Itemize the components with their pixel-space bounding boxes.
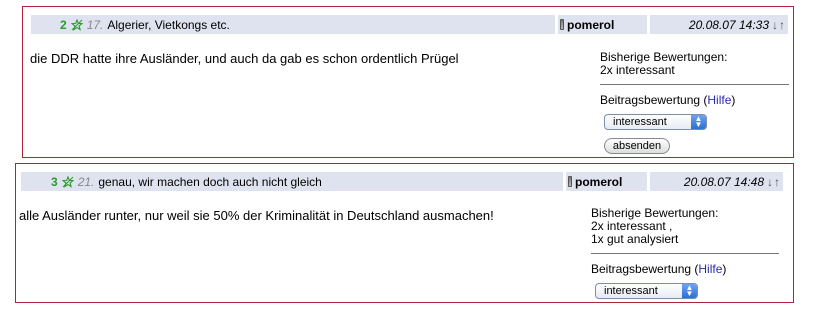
rating-select[interactable]: interessant ▲ ▼ [595,283,698,299]
post-title[interactable]: Algerier, Vietkongs etc. [107,18,230,32]
submit-button[interactable]: absenden [604,138,670,154]
post-number: 17. [86,17,104,32]
post-header: 2 17. Algerier, Vietkongs etc. pomerol 2… [31,15,788,34]
post-body: alle Ausländer runter, nur weil sie 50% … [19,208,494,223]
post-author-cell: pomerol [558,15,647,34]
post-body: die DDR hatte ihre Ausländer, und auch d… [30,51,459,66]
post-number: 21. [77,174,95,189]
user-status-icon [560,19,564,30]
post-date-cell: 20.08.07 14:48 ↓↑ [650,172,783,191]
rating-panel: Bisherige Bewertungen: 2x interessant Be… [600,51,789,154]
rating-entry: 1x gut analysiert [591,232,679,246]
rating-entry: 2x interessant [600,63,675,77]
post-score: 3 [51,174,58,189]
rating-select-value: interessant [613,116,667,128]
divider [591,253,779,254]
rating-panel: Bisherige Bewertungen: 2x interessant , … [591,207,779,299]
post-date: 20.08.07 14:33 [688,17,769,32]
post-score: 2 [60,17,67,32]
divider [600,84,789,85]
user-status-icon [568,176,572,187]
forum-post: 2 17. Algerier, Vietkongs etc. pomerol 2… [22,6,794,158]
post-author[interactable]: pomerol [575,175,622,189]
help-link[interactable]: Hilfe [707,93,731,107]
rating-select[interactable]: interessant ▲ ▼ [604,114,707,130]
forum-post: 3 21. genau, wir machen doch auch nicht … [15,163,794,303]
rate-label: Beitragsbewertung (Hilfe) [600,93,736,107]
thread-nav-arrows-icon[interactable]: ↓↑ [772,18,786,32]
rating-select-value: interessant [604,285,658,297]
post-title-bar: 2 17. Algerier, Vietkongs etc. [31,15,555,34]
post-author[interactable]: pomerol [567,18,614,32]
thread-nav-arrows-icon[interactable]: ↓↑ [767,175,781,189]
rate-label: Beitragsbewertung (Hilfe) [591,262,727,276]
select-arrows-icon: ▲ ▼ [691,115,706,129]
rate-star-icon[interactable] [70,18,83,31]
rate-star-icon[interactable] [61,175,74,188]
post-title[interactable]: genau, wir machen doch auch nicht gleich [98,175,321,189]
help-link[interactable]: Hilfe [698,262,722,276]
post-date: 20.08.07 14:48 [683,174,764,189]
select-arrows-icon: ▲ ▼ [682,284,697,298]
post-author-cell: pomerol [566,172,647,191]
post-date-cell: 20.08.07 14:33 ↓↑ [650,15,788,34]
post-header: 3 21. genau, wir machen doch auch nicht … [21,172,783,191]
post-title-bar: 3 21. genau, wir machen doch auch nicht … [21,172,563,191]
